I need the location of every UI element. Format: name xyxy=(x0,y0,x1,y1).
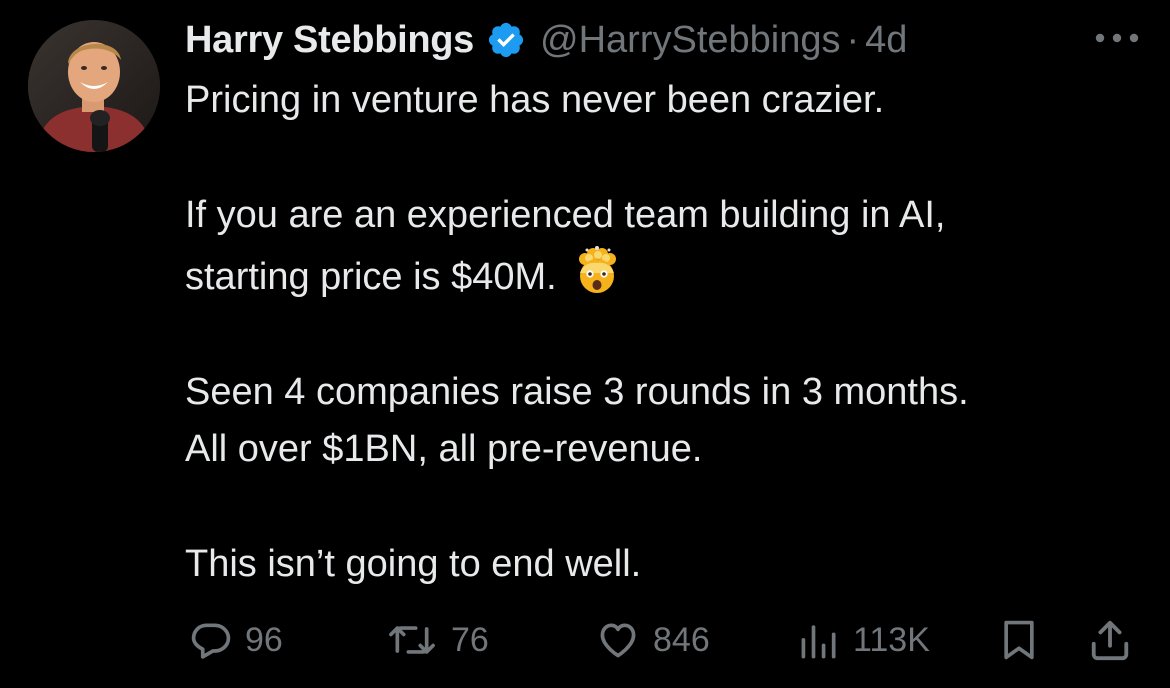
reply-icon xyxy=(189,618,233,662)
tweet-line: This isn’t going to end well. xyxy=(185,543,642,585)
tweet-line: All over $1BN, all pre-revenue. xyxy=(185,428,703,470)
heart-icon xyxy=(595,618,641,662)
author-display-name[interactable]: Harry Stebbings xyxy=(185,19,474,62)
share-icon xyxy=(1087,617,1133,663)
repost-icon xyxy=(385,618,439,662)
like-button[interactable]: 846 xyxy=(595,612,710,668)
author-avatar[interactable] xyxy=(28,20,160,152)
tweet-action-bar: 96 76 846 113K xyxy=(185,612,1140,668)
bookmark-button[interactable] xyxy=(997,612,1041,668)
tweet-line-text: starting price is $40M. xyxy=(185,255,557,298)
share-button[interactable] xyxy=(1087,612,1133,668)
views-button[interactable]: 113K xyxy=(797,612,930,668)
repost-count: 76 xyxy=(451,620,489,659)
tweet-line: Pricing in venture has never been crazie… xyxy=(185,79,885,121)
repost-button[interactable]: 76 xyxy=(385,612,489,668)
author-handle[interactable]: @HarryStebbings xyxy=(540,19,840,62)
tweet-text: Pricing in venture has never been crazie… xyxy=(185,72,1145,594)
tweet-line: Seen 4 companies raise 3 rounds in 3 mon… xyxy=(185,370,969,413)
more-options-icon[interactable] xyxy=(1094,18,1140,58)
analytics-icon xyxy=(797,618,841,662)
tweet-timestamp[interactable]: 4d xyxy=(865,19,907,62)
like-count: 846 xyxy=(653,620,710,659)
view-count: 113K xyxy=(853,620,930,659)
header-separator: · xyxy=(846,18,860,61)
exploding-head-emoji xyxy=(571,245,623,297)
tweet-line: starting price is $40M. xyxy=(185,245,1145,307)
verified-badge-icon[interactable] xyxy=(486,20,526,60)
tweet-line: If you are an experienced team building … xyxy=(185,194,946,236)
avatar-image xyxy=(28,20,160,152)
bookmark-icon xyxy=(997,617,1041,663)
reply-button[interactable]: 96 xyxy=(189,612,283,668)
tweet-header: Harry Stebbings @HarryStebbings · 4d xyxy=(185,12,907,68)
reply-count: 96 xyxy=(245,620,283,659)
